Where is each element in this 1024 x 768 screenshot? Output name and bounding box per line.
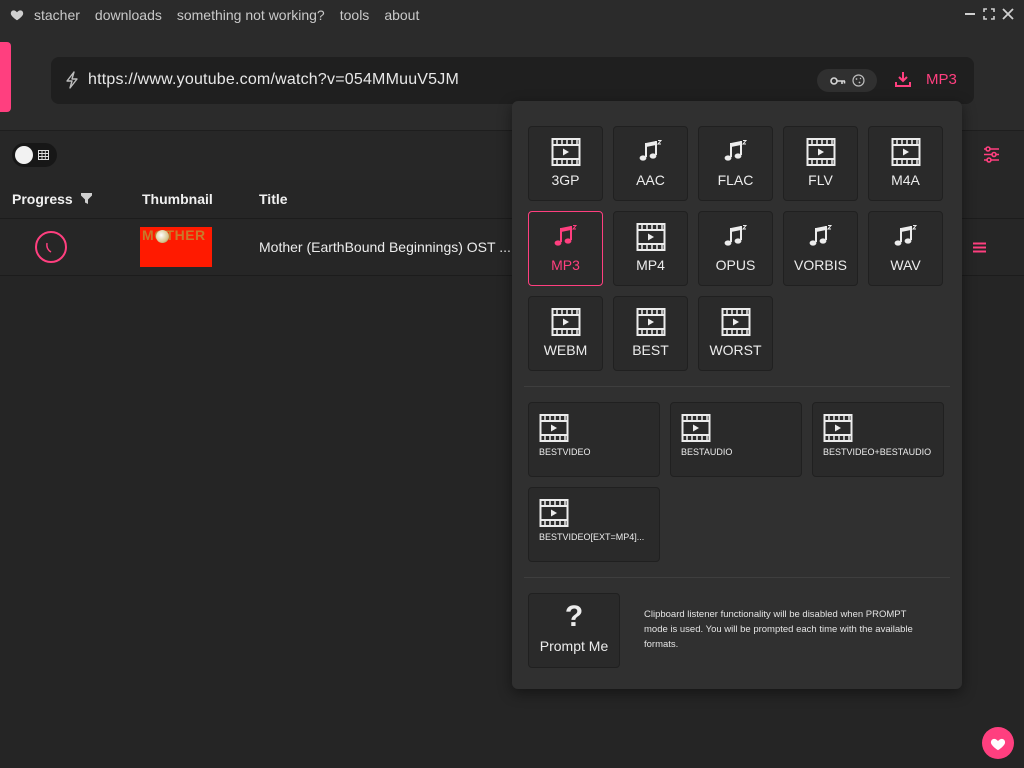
heart-icon[interactable] [10,8,24,22]
menu-stacher[interactable]: stacher [34,7,80,23]
cookie-icon[interactable] [851,74,865,87]
format-label: WORST [709,342,762,358]
format-option-m4a[interactable]: M4A [868,126,943,201]
music-icon [721,137,751,167]
music-icon [891,222,921,252]
menu-bar: stacher downloads something not working?… [0,0,1024,30]
thumbnail-text: MOTHER [142,227,206,243]
prompt-me-button[interactable]: ? Prompt Me [528,593,620,668]
support-heart-button[interactable] [982,727,1014,759]
format-label: WEBM [543,342,588,358]
preset-bestvideo[interactable]: BESTVIDEO [528,402,660,477]
format-option-flac[interactable]: FLAC [698,126,773,201]
format-label: OPUS [715,257,756,273]
url-input[interactable]: https://www.youtube.com/watch?v=054MMuuV… [88,71,459,89]
format-option-flv[interactable]: FLV [783,126,858,201]
url-input-box[interactable]: https://www.youtube.com/watch?v=054MMuuV… [51,57,974,104]
preset-label: BESTVIDEO[EXT=MP4]... [539,532,645,542]
format-label: 3GP [551,172,580,188]
film-icon [721,307,751,337]
accent-bar [0,42,11,112]
film-icon [551,137,581,167]
heart-icon [990,738,1006,750]
film-icon [551,307,581,337]
music-icon [806,222,836,252]
film-icon [636,222,666,252]
column-progress[interactable]: Progress [12,191,73,207]
film-icon [823,413,853,443]
thumbnail-earth-graphic [156,230,169,243]
column-title[interactable]: Title [259,191,288,207]
maximize-icon[interactable] [983,8,995,20]
auth-cookie-pill[interactable] [817,69,877,92]
menu-something-not-working[interactable]: something not working? [177,7,325,23]
format-label: AAC [636,172,665,188]
format-option-best[interactable]: BEST [613,296,688,371]
question-mark-icon: ? [564,600,584,633]
filter-icon[interactable] [81,193,92,204]
preset-label: BESTAUDIO [681,447,733,457]
music-icon [721,222,751,252]
preset-bestaudio[interactable]: BESTAUDIO [670,402,802,477]
format-label: FLAC [717,172,754,188]
menu-about[interactable]: about [384,7,419,23]
format-option-webm[interactable]: WEBM [528,296,603,371]
film-icon [636,307,666,337]
format-option-opus[interactable]: OPUS [698,211,773,286]
grid-icon [38,150,49,160]
divider [524,386,950,387]
format-dropdown: 3GP AAC FLAC FLV M4A MP3 MP4 OPUS VORBIS WAV WEBM B… [512,101,962,689]
format-label: VORBIS [794,257,847,273]
film-icon [539,413,569,443]
minimize-icon[interactable] [964,8,976,20]
format-option-vorbis[interactable]: VORBIS [783,211,858,286]
menu-downloads[interactable]: downloads [95,7,162,23]
bolt-icon [66,71,78,89]
menu-tools[interactable]: tools [340,7,370,23]
window-controls [964,8,1014,20]
format-option-worst[interactable]: WORST [698,296,773,371]
thumbnail: MOTHER [140,227,212,267]
settings-sliders-icon[interactable] [983,146,1000,163]
format-label: BEST [632,342,669,358]
preset-label: BESTVIDEO+BESTAUDIO [823,447,932,457]
divider [524,577,950,578]
film-icon [806,137,836,167]
row-title: Mother (EarthBound Beginnings) OST ... [259,239,511,255]
music-icon [551,222,581,252]
close-icon[interactable] [1002,8,1014,20]
prompt-me-label: Prompt Me [539,638,609,654]
format-option-wav[interactable]: WAV [868,211,943,286]
format-option-aac[interactable]: AAC [613,126,688,201]
format-label: WAV [890,257,921,273]
download-format-button[interactable]: MP3 [926,71,957,88]
column-thumbnail[interactable]: Thumbnail [142,191,213,207]
toggle-knob [15,146,33,164]
format-label: MP3 [551,257,580,273]
preset-label: BESTVIDEO [539,447,591,457]
film-icon [681,413,711,443]
row-menu-icon[interactable] [973,242,986,253]
format-option-3gp[interactable]: 3GP [528,126,603,201]
preset-bestvideo-ext-mp4[interactable]: BESTVIDEO[EXT=MP4]... [528,487,660,562]
key-icon[interactable] [829,76,846,86]
music-icon [636,137,666,167]
prompt-note: Clipboard listener functionality will be… [644,609,913,650]
film-icon [539,498,569,528]
download-icon[interactable] [895,71,911,87]
progress-spinner [35,231,67,263]
format-option-mp3[interactable]: MP3 [528,211,603,286]
format-label: M4A [891,172,920,188]
format-label: MP4 [636,257,665,273]
film-icon [891,137,921,167]
view-toggle[interactable] [12,143,57,167]
format-label: FLV [808,172,833,188]
preset-bestvideo-bestaudio[interactable]: BESTVIDEO+BESTAUDIO [812,402,944,477]
format-option-mp4[interactable]: MP4 [613,211,688,286]
